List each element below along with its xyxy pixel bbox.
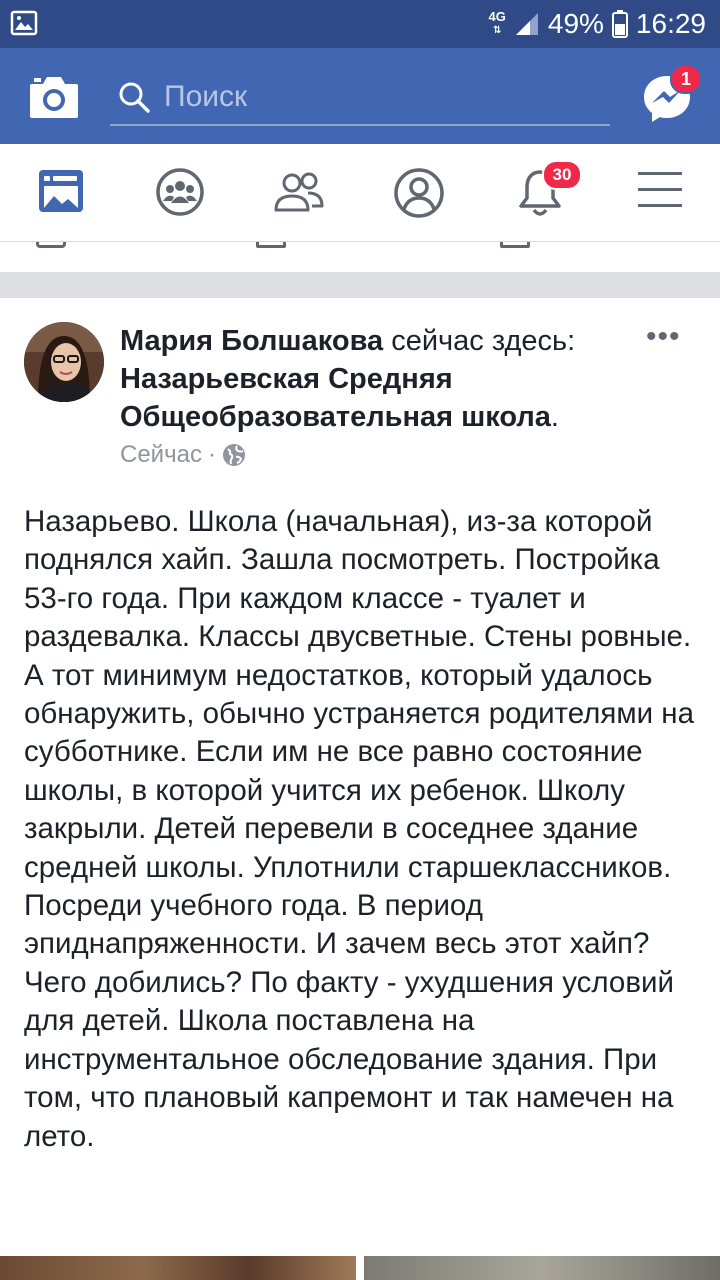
hamburger-menu-icon: [638, 172, 682, 207]
tab-friends[interactable]: [272, 166, 328, 222]
post-header: Мария Болшакова сейчас здесь: Назарьевск…: [120, 322, 640, 436]
notifications-badge: 30: [542, 160, 582, 190]
place-suffix: .: [550, 401, 559, 433]
app-header: Поиск 1: [0, 48, 720, 144]
previous-like-icon: [36, 242, 66, 248]
network-type: 4G ⇅: [488, 9, 506, 36]
post-photos: [0, 1256, 720, 1280]
tab-news-feed[interactable]: [36, 166, 92, 222]
avatar[interactable]: [24, 322, 104, 402]
search-input[interactable]: Поиск: [164, 80, 247, 114]
author-name[interactable]: Мария Болшакова: [120, 325, 383, 357]
checkin-place[interactable]: Назарьевская Средняя Общеобразовательная…: [120, 363, 551, 433]
news-feed-icon: [39, 170, 83, 212]
previous-post-actions: [0, 242, 720, 272]
signal-icon: [515, 13, 538, 35]
feed-post: Мария Болшакова сейчас здесь: Назарьевск…: [0, 298, 720, 1280]
tab-bar: [0, 144, 720, 242]
post-photo-2[interactable]: [364, 1256, 720, 1280]
battery-percent: 49%: [547, 8, 604, 39]
status-bar: 4G ⇅ 49% 16:29: [0, 0, 720, 48]
post-time[interactable]: Сейчас: [120, 441, 202, 469]
post-meta: Сейчас ·: [120, 441, 246, 469]
post-action: сейчас здесь:: [383, 325, 576, 357]
feed-separator: [0, 272, 720, 298]
previous-comment-icon: [256, 242, 286, 248]
clock: 16:29: [635, 8, 706, 39]
post-body-text: Назарьево. Школа (начальная), из-за кото…: [24, 505, 695, 1153]
camera-icon[interactable]: [28, 72, 80, 120]
tab-groups[interactable]: [154, 166, 210, 222]
messenger-badge: 1: [670, 64, 702, 94]
previous-share-icon: [500, 242, 530, 248]
post-photo-1[interactable]: [0, 1256, 356, 1280]
tab-menu[interactable]: [636, 166, 692, 222]
gallery-notification-icon: [10, 10, 38, 41]
search-icon: [119, 82, 150, 113]
groups-icon: [156, 168, 204, 216]
tab-profile[interactable]: [392, 166, 448, 222]
post-options-button[interactable]: •••: [646, 320, 681, 354]
globe-icon: [222, 444, 245, 466]
friends-icon: [274, 172, 324, 212]
profile-icon: [394, 168, 444, 218]
meta-separator: ·: [207, 441, 216, 468]
battery-icon: [611, 10, 628, 38]
search-bar[interactable]: Поиск: [110, 70, 610, 126]
